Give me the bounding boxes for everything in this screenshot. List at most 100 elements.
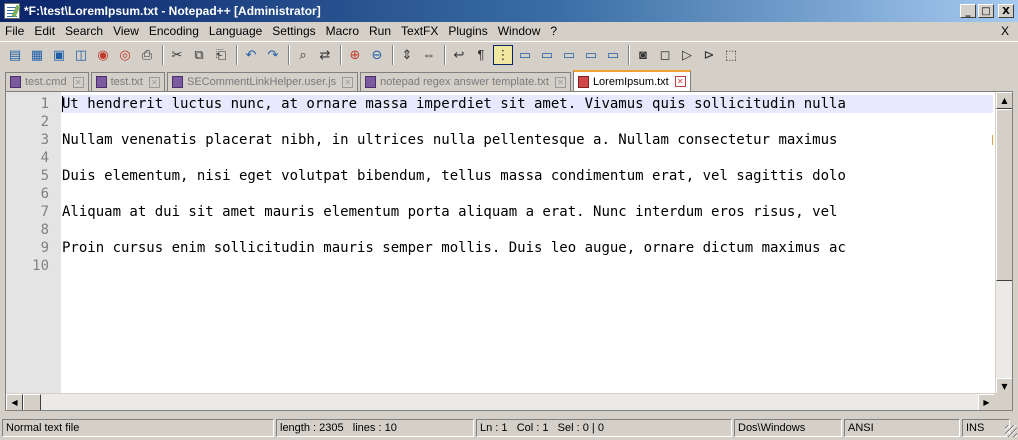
replace-icon[interactable]: ⇄ [315,45,335,65]
close-button[interactable]: X [998,4,1014,18]
toolbar-separator [628,44,630,65]
tab-label: test.txt [110,76,143,88]
folder-workspace-icon[interactable]: ▭ [581,45,601,65]
document-icon [95,76,107,88]
line-number: 7 [40,204,49,220]
toolbar-separator [162,44,164,65]
scrollbar-corner [994,393,1012,410]
word-wrap-icon[interactable]: ↩ [449,45,469,65]
new-file-icon[interactable]: ▤ [5,45,25,65]
menu-encoding[interactable]: Encoding [144,22,204,41]
close-tab-icon[interactable]: ✕ [148,76,160,88]
scroll-up-button[interactable]: ▲ [996,92,1012,109]
copy-icon[interactable]: ⧉ [189,45,209,65]
zoom-in-icon[interactable]: ⊕ [345,45,365,65]
close-tab-icon[interactable]: ✕ [554,76,566,88]
menu-plugins[interactable]: Plugins [443,22,492,41]
menu-language[interactable]: Language [204,22,267,41]
line-number: 6 [40,186,49,202]
sync-horizontal-icon[interactable]: ⇔ [419,45,439,65]
menu-window[interactable]: Window [493,22,546,41]
tab-label: SECommentLinkHelper.user.js [186,76,337,88]
line-number: 1 [40,96,49,112]
text-line[interactable]: Ut hendrerit luctus nunc, at ornare mass… [62,95,846,113]
vertical-scroll-thumb[interactable] [996,109,1012,281]
text-caret [62,96,63,112]
indent-guide-icon[interactable]: ⋮ [493,44,513,65]
cut-icon[interactable]: ✂ [167,45,187,65]
line-number: 8 [40,222,49,238]
menu-edit[interactable]: Edit [29,22,60,41]
user-lang-icon[interactable]: ▭ [515,45,535,65]
zoom-out-icon[interactable]: ⊖ [367,45,387,65]
tab-secommentlinkhelper[interactable]: SECommentLinkHelper.user.js ✕ [166,72,359,91]
scroll-left-button[interactable]: ◀ [6,394,23,410]
tab-notepad-regex-template[interactable]: notepad regex answer template.txt ✕ [360,72,571,91]
status-lines: lines : 10 [352,421,397,434]
record-macro-icon[interactable]: ◙ [633,45,653,65]
horizontal-scrollbar[interactable]: ◀ ▶ [6,393,995,410]
text-line[interactable]: Duis elementum, nisi eget volutpat biben… [62,167,846,185]
document-icon [365,76,377,88]
close-tab-icon[interactable]: ✕ [342,76,354,88]
text-line[interactable]: Proin cursus enim sollicitudin mauris se… [62,239,846,257]
text-area[interactable]: Ut hendrerit luctus nunc, at ornare mass… [61,92,993,410]
tab-loremipsum[interactable]: LoremIpsum.txt ✕ [572,70,691,91]
show-all-chars-icon[interactable]: ¶ [471,45,491,65]
sync-vertical-icon[interactable]: ⇕ [397,45,417,65]
print-icon[interactable]: ⎙ [137,45,157,65]
close-icon[interactable]: ◉ [93,45,113,65]
resize-grip[interactable] [1005,425,1017,437]
status-eol: Dos\Windows [734,418,842,437]
horizontal-scroll-thumb[interactable] [23,394,41,410]
redo-icon[interactable]: ↷ [263,45,283,65]
close-tab-icon[interactable]: ✕ [674,76,686,87]
text-line[interactable]: Aliquam at dui sit amet mauris elementum… [62,203,846,221]
undo-icon[interactable]: ↶ [241,45,261,65]
tab-label: test.cmd [25,76,67,88]
tab-test-txt[interactable]: test.txt ✕ [90,72,165,91]
menu-search[interactable]: Search [60,22,108,41]
status-bar: Normal text file length : 2305 lines : 1… [0,417,1018,438]
minimize-button[interactable]: _ [960,4,976,18]
save-all-icon[interactable]: ◫ [71,45,91,65]
vertical-scrollbar[interactable]: ▲ ▼ [995,92,1012,395]
menu-macro[interactable]: Macro [321,22,364,41]
close-all-icon[interactable]: ◎ [115,45,135,65]
maximize-button[interactable]: □ [978,4,994,18]
long-line-marker [992,135,993,145]
scroll-right-button[interactable]: ▶ [978,394,995,410]
menu-settings[interactable]: Settings [267,22,320,41]
toolbar-separator [236,44,238,65]
close-tab-icon[interactable]: ✕ [72,76,84,88]
notepad-plus-plus-icon[interactable] [4,3,20,19]
doc-map-icon[interactable]: ▭ [537,45,557,65]
save-macro-icon[interactable]: ⬚ [721,45,741,65]
text-line[interactable]: Nullam venenatis placerat nibh, in ultri… [62,131,846,149]
save-icon[interactable]: ▣ [49,45,69,65]
run-macro-multiple-icon[interactable]: ⊳ [699,45,719,65]
menu-bar: File Edit Search View Encoding Language … [0,22,1018,41]
menu-file[interactable]: File [0,22,29,41]
monitor-icon[interactable]: ▭ [603,45,623,65]
paste-icon[interactable]: ⎗ [211,45,231,65]
menu-view[interactable]: View [108,22,144,41]
menu-help[interactable]: ? [545,22,562,41]
find-icon[interactable]: ⌕ [293,45,313,65]
function-list-icon[interactable]: ▭ [559,45,579,65]
status-sel: Sel : 0 | 0 [557,421,604,434]
window-controls: _ □ X [960,4,1014,18]
document-icon [10,76,21,88]
menu-run[interactable]: Run [364,22,396,41]
open-file-icon[interactable]: ▦ [27,45,47,65]
editor[interactable]: 1 2 3 4 5 6 7 8 9 10 Ut hendrerit luctus… [5,91,1013,411]
tab-test-cmd[interactable]: test.cmd ✕ [5,72,89,91]
close-document-button[interactable]: X [1001,22,1009,41]
menu-textfx[interactable]: TextFX [396,22,443,41]
status-file-type: Normal text file [2,418,274,437]
title-bar: *F:\test\LoremIpsum.txt - Notepad++ [Adm… [0,0,1018,22]
play-macro-icon[interactable]: ▷ [677,45,697,65]
toolbar-separator [392,44,394,65]
stop-macro-icon[interactable]: ◻ [655,45,675,65]
line-number: 3 [40,132,49,148]
